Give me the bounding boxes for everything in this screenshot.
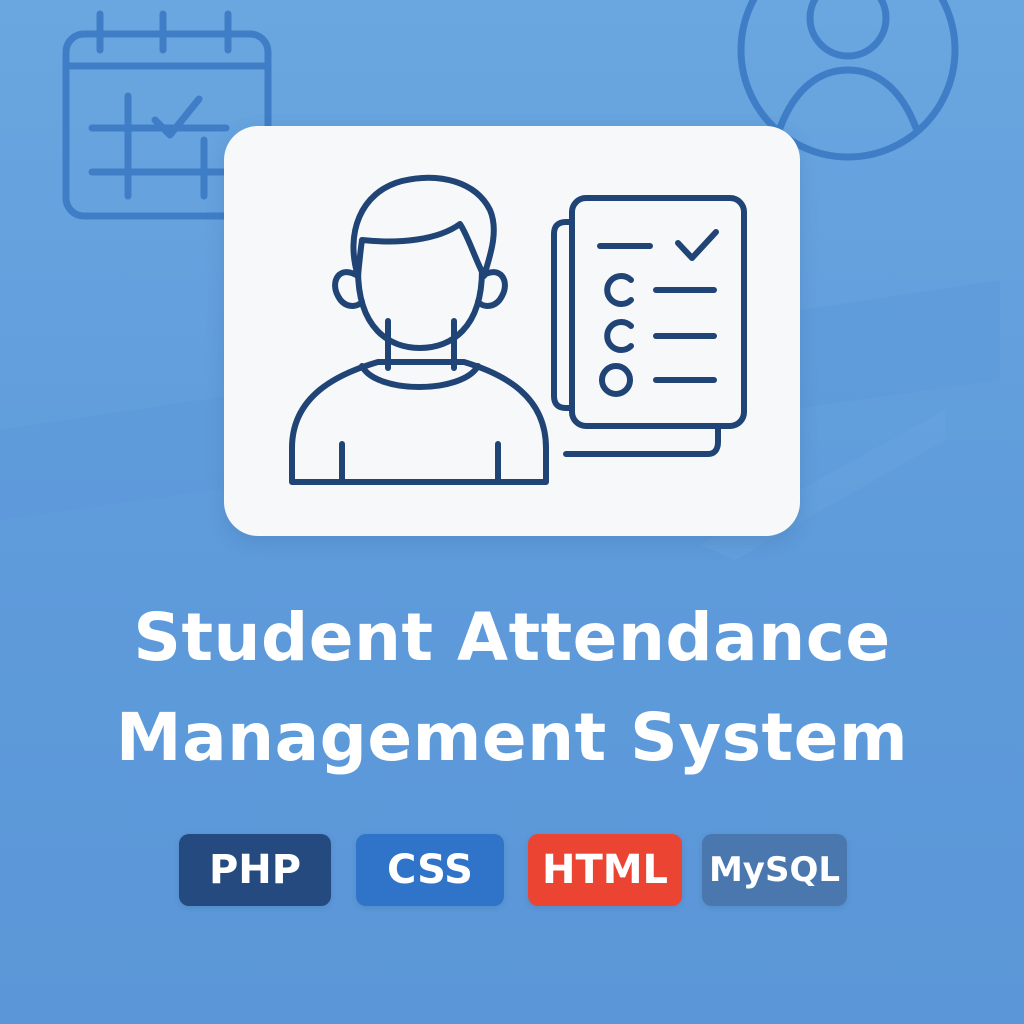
php-badge: PHP <box>179 834 331 906</box>
illustration-card <box>224 126 800 536</box>
title-line-2: Management System <box>115 699 909 776</box>
promo-canvas: Student Attendance Management System PHP… <box>0 0 1024 1024</box>
student-icon <box>289 174 549 485</box>
title-line-1: Student Attendance <box>133 599 891 676</box>
mysql-badge: MySQL <box>702 834 847 906</box>
checklist-icon <box>551 195 747 457</box>
html-badge: HTML <box>528 834 682 906</box>
css-badge: CSS <box>356 834 504 906</box>
tech-badges: PHP CSS HTML MySQL <box>0 834 1024 908</box>
illustration <box>289 174 747 485</box>
